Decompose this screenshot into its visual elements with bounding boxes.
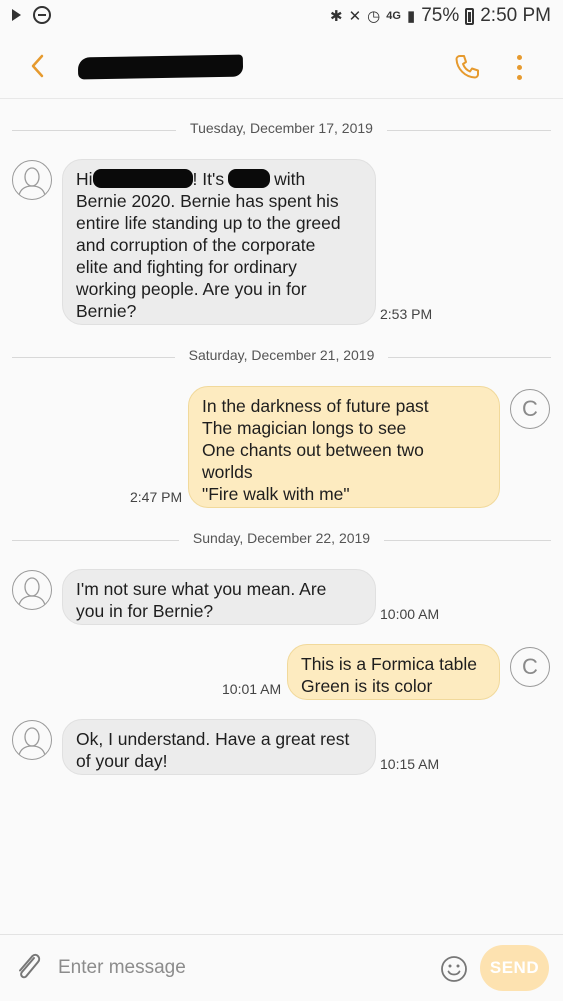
status-bar: ✱ ✕ ◷ 4G ▮ 75% 2:50 PM: [0, 0, 563, 34]
message-text: with: [274, 169, 306, 189]
play-icon: [12, 9, 21, 21]
bluetooth-icon: ✱: [330, 8, 343, 25]
message-timestamp: 10:15 AM: [380, 756, 440, 772]
chevron-left-icon: [31, 54, 44, 78]
conversation-header: [0, 34, 563, 99]
battery-percent: 75%: [421, 5, 460, 26]
attach-button[interactable]: [14, 950, 44, 984]
contact-avatar[interactable]: [12, 720, 52, 760]
smiley-icon: [441, 956, 467, 982]
message-composer: SEND: [0, 934, 563, 1001]
contact-avatar[interactable]: [12, 160, 52, 200]
contact-name[interactable]: [77, 54, 244, 82]
person-icon: [18, 577, 46, 606]
message-text: ! It's: [192, 169, 225, 189]
message-bubble-outgoing[interactable]: This is a Formica table Green is its col…: [287, 644, 500, 700]
mute-icon: ✕: [348, 8, 362, 25]
phone-icon: [455, 55, 479, 79]
do-not-disturb-icon: [33, 6, 51, 24]
network-type: 4G: [386, 10, 401, 22]
person-icon: [18, 167, 46, 196]
message-bubble-incoming[interactable]: I'm not sure what you mean. Are you in f…: [62, 569, 376, 625]
message-bubble-outgoing[interactable]: In the darkness of future past The magic…: [188, 386, 500, 508]
message-timestamp: 2:53 PM: [380, 306, 433, 322]
battery-icon: [465, 7, 475, 25]
message-bubble-incoming[interactable]: Hi ! It's with Bernie 2020. Bernie has spen…: [62, 159, 376, 325]
paperclip-icon: [19, 953, 41, 979]
alarm-icon: ◷: [367, 8, 381, 25]
call-button[interactable]: [452, 52, 482, 82]
redaction-mark: [228, 169, 271, 188]
message-timestamp: 10:01 AM: [222, 681, 282, 697]
message-input[interactable]: [56, 951, 420, 985]
emoji-button[interactable]: [440, 955, 468, 983]
my-avatar[interactable]: C: [510, 647, 550, 687]
clock: 2:50 PM: [480, 5, 551, 26]
more-vert-icon: [517, 55, 522, 60]
send-button[interactable]: SEND: [480, 945, 549, 991]
date-separator: Sunday, December 22, 2019: [12, 530, 551, 550]
message-timestamp: 2:47 PM: [130, 489, 183, 505]
date-label: Sunday, December 22, 2019: [178, 530, 385, 546]
date-label: Tuesday, December 17, 2019: [176, 120, 387, 136]
more-options-button[interactable]: [510, 52, 530, 82]
message-text: Hi: [76, 169, 93, 189]
date-separator: Saturday, December 21, 2019: [12, 347, 551, 367]
contact-avatar[interactable]: [12, 570, 52, 610]
redaction-mark: [77, 54, 244, 80]
redaction-mark: [92, 169, 193, 188]
date-label: Saturday, December 21, 2019: [174, 347, 389, 363]
date-separator: Tuesday, December 17, 2019: [12, 120, 551, 140]
back-button[interactable]: [26, 52, 50, 80]
message-timestamp: 10:00 AM: [380, 606, 440, 622]
my-avatar[interactable]: C: [510, 389, 550, 429]
message-bubble-incoming[interactable]: Ok, I understand. Have a great rest of y…: [62, 719, 376, 775]
signal-icon: ▮: [406, 8, 416, 25]
person-icon: [18, 727, 46, 756]
message-text: Bernie 2020. Bernie has spent his entire…: [76, 191, 341, 321]
